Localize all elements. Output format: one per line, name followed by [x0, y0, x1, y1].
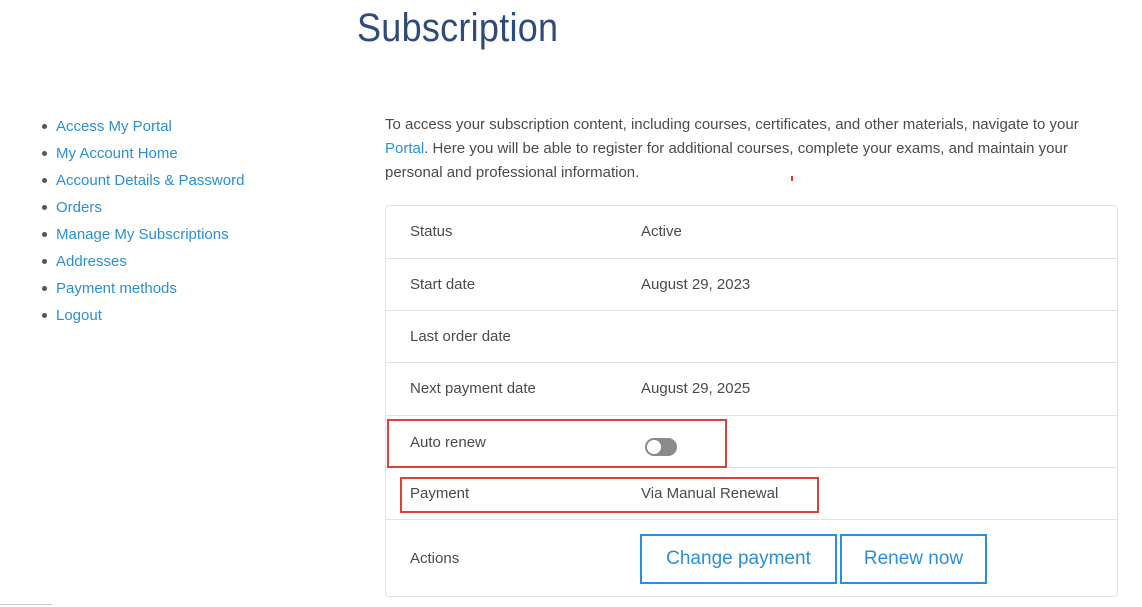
auto-renew-label: Auto renew: [410, 434, 486, 451]
account-navigation: Access My Portal My Account Home Account…: [40, 114, 244, 330]
nav-link-manage-subscriptions[interactable]: Manage My Subscriptions: [56, 226, 229, 243]
change-payment-button[interactable]: Change payment: [640, 534, 837, 584]
nav-link-addresses[interactable]: Addresses: [56, 253, 127, 270]
nav-item-manage-subscriptions: Manage My Subscriptions: [40, 222, 244, 249]
last-order-date-label: Last order date: [410, 328, 511, 345]
row-payment: Payment Via Manual Renewal: [386, 468, 1117, 520]
nav-link-orders[interactable]: Orders: [56, 199, 102, 216]
nav-link-payment-methods[interactable]: Payment methods: [56, 280, 177, 297]
auto-renew-toggle[interactable]: [645, 438, 677, 456]
nav-link-account-details[interactable]: Account Details & Password: [56, 172, 244, 189]
nav-item-access-my-portal: Access My Portal: [40, 114, 244, 141]
row-auto-renew: Auto renew: [386, 416, 1117, 468]
portal-link[interactable]: Portal: [385, 140, 424, 157]
intro-text-before: To access your subscription content, inc…: [385, 116, 1079, 133]
nav-item-account-details: Account Details & Password: [40, 168, 244, 195]
next-payment-date-value: August 29, 2025: [641, 380, 751, 397]
payment-value: Via Manual Renewal: [641, 485, 779, 502]
nav-item-logout: Logout: [40, 303, 244, 330]
nav-item-payment-methods: Payment methods: [40, 276, 244, 303]
toggle-knob: [647, 440, 661, 454]
red-mark: [791, 176, 793, 181]
nav-link-my-account-home[interactable]: My Account Home: [56, 145, 178, 162]
page: Subscription Access My Portal My Account…: [0, 0, 1142, 607]
payment-label: Payment: [410, 485, 470, 502]
nav-link-access-my-portal[interactable]: Access My Portal: [56, 118, 172, 135]
nav-item-orders: Orders: [40, 195, 244, 222]
intro-text-after: . Here you will be able to register for …: [385, 140, 1068, 181]
row-last-order-date: Last order date: [386, 311, 1117, 363]
row-actions: Actions Change payment Renew now: [386, 520, 1117, 597]
nav-item-addresses: Addresses: [40, 249, 244, 276]
status-value: Active: [641, 223, 682, 240]
subscription-details-table: Status Active Start date August 29, 2023…: [385, 205, 1118, 597]
start-date-label: Start date: [410, 276, 476, 293]
start-date-value: August 29, 2023: [641, 276, 751, 293]
page-title: Subscription: [357, 6, 559, 50]
row-next-payment-date: Next payment date August 29, 2025: [386, 363, 1117, 416]
bottom-divider: [0, 604, 52, 605]
next-payment-date-label: Next payment date: [410, 380, 536, 397]
nav-link-logout[interactable]: Logout: [56, 307, 102, 324]
renew-now-button[interactable]: Renew now: [840, 534, 987, 584]
row-status: Status Active: [386, 206, 1117, 259]
intro-paragraph: To access your subscription content, inc…: [385, 113, 1125, 185]
nav-item-my-account-home: My Account Home: [40, 141, 244, 168]
status-label: Status: [410, 223, 453, 240]
actions-label: Actions: [410, 550, 460, 567]
row-start-date: Start date August 29, 2023: [386, 259, 1117, 311]
